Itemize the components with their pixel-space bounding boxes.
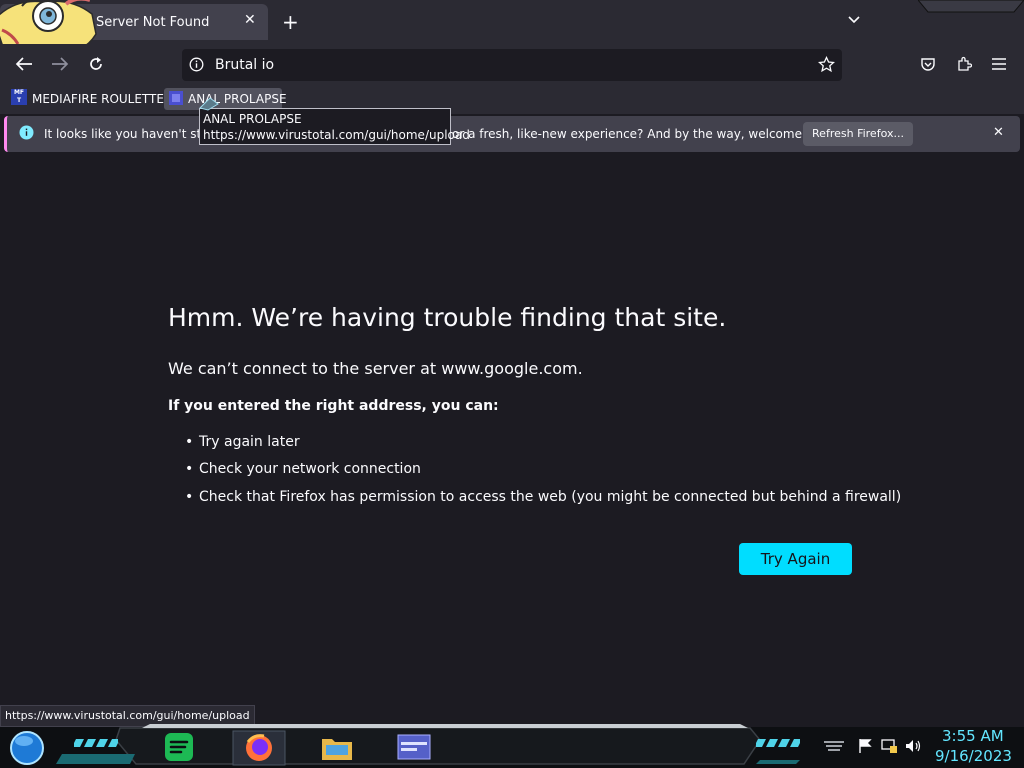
- volume-icon[interactable]: [904, 738, 922, 754]
- bookmark-favicon-icon: [169, 91, 183, 105]
- tab-close-icon[interactable]: ✕: [244, 12, 256, 28]
- error-subtitle: If you entered the right address, you ca…: [168, 398, 499, 414]
- mediafire-favicon-icon: MF T: [11, 89, 27, 105]
- action-center-flag-icon[interactable]: [857, 738, 873, 754]
- refresh-firefox-button[interactable]: Refresh Firefox...: [803, 122, 913, 146]
- list-bullet: •: [185, 461, 194, 477]
- error-description: We can’t connect to the server at www.go…: [168, 359, 583, 378]
- clock-date[interactable]: 9/16/2023: [935, 747, 1012, 765]
- extensions-puzzle-icon[interactable]: [956, 56, 972, 72]
- error-suggestion-item: Check your network connection: [199, 461, 421, 477]
- window-frame-decoration: [918, 0, 1024, 13]
- error-suggestion-item: Try again later: [199, 434, 300, 450]
- clock-time[interactable]: 3:55 AM: [942, 727, 1004, 745]
- taskbar-chevrons-right-icon: [756, 739, 800, 747]
- tooltip-title: ANAL PROLAPSE: [203, 112, 302, 126]
- tab-title[interactable]: Server Not Found: [96, 15, 209, 30]
- file-explorer-app-icon[interactable]: [320, 731, 354, 763]
- error-title: Hmm. We’re having trouble finding that s…: [168, 303, 727, 332]
- window-app-icon[interactable]: [396, 733, 432, 761]
- list-bullet: •: [185, 434, 194, 450]
- bookmark-star-icon[interactable]: [818, 56, 835, 73]
- show-desktop-icon[interactable]: [822, 740, 846, 754]
- tab-list-chevron-icon[interactable]: [846, 12, 862, 28]
- error-suggestion-item: Check that Firefox has permission to acc…: [199, 489, 902, 505]
- new-tab-button[interactable]: +: [282, 10, 299, 34]
- mouse-cursor-icon: [199, 97, 219, 111]
- taskbar-chevrons-left-icon: [74, 739, 118, 747]
- network-icon[interactable]: [880, 738, 898, 754]
- firefox-app-icon[interactable]: [232, 730, 286, 766]
- hamburger-menu-icon[interactable]: [992, 58, 1006, 70]
- start-orb-icon[interactable]: [8, 730, 46, 766]
- back-arrow-icon[interactable]: [15, 56, 33, 72]
- try-again-button[interactable]: Try Again: [739, 543, 852, 575]
- forward-arrow-icon[interactable]: [51, 56, 69, 72]
- notification-close-icon[interactable]: ✕: [993, 125, 1004, 140]
- spotify-app-icon[interactable]: [163, 731, 195, 763]
- pocket-icon[interactable]: [920, 56, 936, 72]
- notification-message-end: or a fresh, like-new experience? And by …: [452, 127, 840, 141]
- tooltip-url: https://www.virustotal.com/gui/home/uplo…: [203, 128, 470, 142]
- reload-icon[interactable]: [88, 56, 104, 72]
- info-icon: [19, 125, 34, 140]
- site-info-icon[interactable]: [189, 57, 204, 72]
- url-bar[interactable]: [182, 49, 842, 81]
- url-text[interactable]: Brutal io: [215, 57, 274, 73]
- bookmark-mediafire-roulette[interactable]: MEDIAFIRE ROULETTER: [32, 92, 172, 106]
- list-bullet: •: [185, 489, 194, 505]
